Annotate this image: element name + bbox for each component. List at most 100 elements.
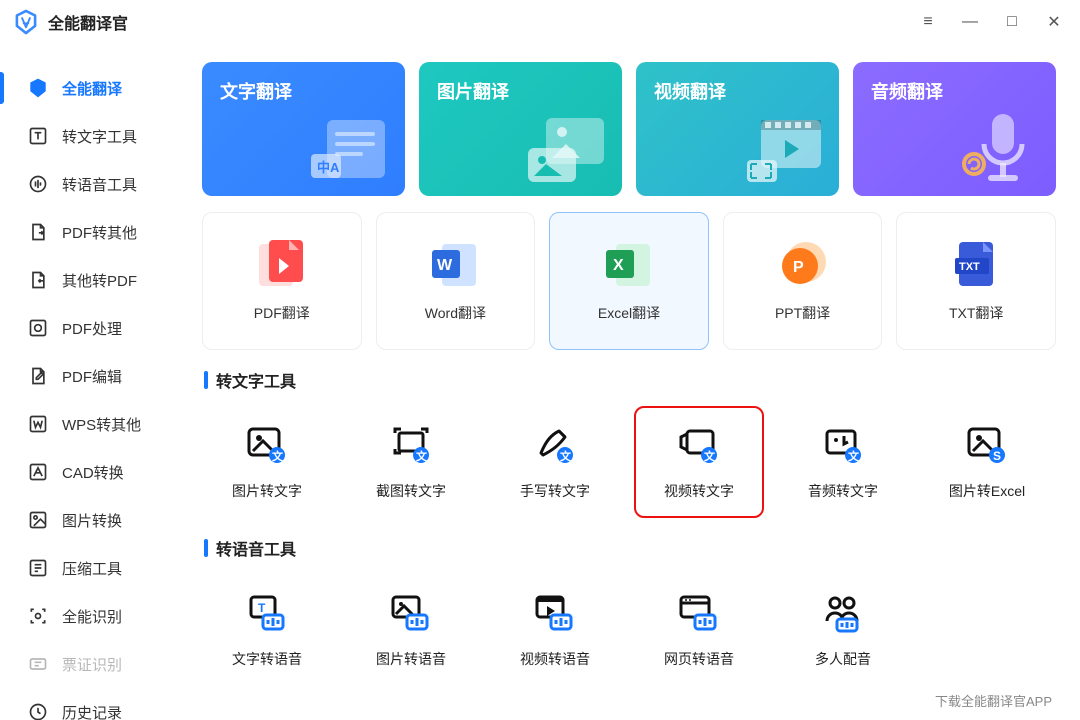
- hero-label: 图片翻译: [437, 82, 509, 102]
- sidebar-item-label: WPS转其他: [62, 414, 141, 435]
- tool-handwrite-to-text[interactable]: 文 手写转文字: [490, 406, 620, 518]
- tool-image-to-text[interactable]: 文 图片转文字: [202, 406, 332, 518]
- section-header-voice: 转语音工具: [204, 536, 1056, 560]
- sidebar-item-label: PDF处理: [62, 318, 122, 339]
- tool-video-to-voice[interactable]: 视频转语音: [490, 574, 620, 686]
- sidebar-item-label: CAD转换: [62, 462, 124, 483]
- tool-label: 视频转语音: [520, 649, 590, 669]
- ppt-icon: P: [775, 239, 831, 291]
- screenshot-to-text-icon: 文: [389, 423, 433, 467]
- hero-video-translate[interactable]: 视频翻译: [636, 62, 839, 196]
- scan-icon: [26, 604, 50, 628]
- hero-text-translate[interactable]: 文字翻译 中A: [202, 62, 405, 196]
- sidebar-item-to-voice[interactable]: 转语音工具: [0, 160, 184, 208]
- tool-label: 网页转语音: [664, 649, 734, 669]
- tool-image-to-excel[interactable]: S 图片转Excel: [922, 406, 1052, 518]
- section-title: 转文字工具: [216, 368, 296, 392]
- txt-icon: TXT: [948, 239, 1004, 291]
- sidebar-item-label: 图片转换: [62, 510, 122, 531]
- tool-audio-to-text[interactable]: 文 音频转文字: [778, 406, 908, 518]
- web-to-voice-icon: [677, 591, 721, 635]
- doc-card-label: TXT翻译: [949, 303, 1003, 323]
- doc-card-label: PPT翻译: [775, 303, 830, 323]
- window-controls: ≡ — □ ✕: [914, 8, 1068, 36]
- hero-image-translate[interactable]: 图片翻译: [419, 62, 622, 196]
- main-panel: 文字翻译 中A 图片翻译 视频翻译 音频翻译: [184, 44, 1080, 720]
- download-app-link[interactable]: 下载全能翻译官APP: [935, 691, 1052, 710]
- sidebar-item-label: PDF编辑: [62, 366, 122, 387]
- svg-text:W: W: [437, 257, 453, 274]
- main-content: 全能翻译 转文字工具 转语音工具 PDF转其他 其他转PDF PDF处理 PDF…: [0, 44, 1080, 720]
- sidebar-item-scan[interactable]: 全能识别: [0, 592, 184, 640]
- image-to-text-icon: 文: [245, 423, 289, 467]
- tool-text-to-voice[interactable]: T 文字转语音: [202, 574, 332, 686]
- sidebar-item-all-translate[interactable]: 全能翻译: [0, 64, 184, 112]
- tool-video-to-text[interactable]: 文 视频转文字: [634, 406, 764, 518]
- svg-text:T: T: [258, 601, 266, 615]
- close-button[interactable]: ✕: [1040, 8, 1068, 36]
- doc-illustration-icon: 中A: [309, 114, 395, 188]
- hero-audio-translate[interactable]: 音频翻译: [853, 62, 1056, 196]
- tool-image-to-voice[interactable]: 图片转语音: [346, 574, 476, 686]
- sidebar-item-label: 全能翻译: [62, 78, 122, 99]
- ticket-icon: [26, 652, 50, 676]
- tool-web-to-voice[interactable]: 网页转语音: [634, 574, 764, 686]
- svg-text:文: 文: [560, 449, 572, 463]
- section-bar: [204, 539, 208, 557]
- hero-label: 视频翻译: [654, 82, 726, 102]
- minimize-button[interactable]: —: [956, 8, 984, 36]
- sidebar-item-wps[interactable]: WPS转其他: [0, 400, 184, 448]
- doc-card-label: Excel翻译: [598, 303, 660, 323]
- image-convert-icon: [26, 508, 50, 532]
- sidebar-item-pdf-process[interactable]: PDF处理: [0, 304, 184, 352]
- svg-text:文: 文: [416, 449, 428, 463]
- video-to-voice-icon: [533, 591, 577, 635]
- wps-icon: [26, 412, 50, 436]
- sidebar-item-label: 票证识别: [62, 654, 122, 675]
- sidebar-item-pdf-export[interactable]: PDF转其他: [0, 208, 184, 256]
- doc-card-ppt[interactable]: P PPT翻译: [723, 212, 883, 350]
- audio-illustration-icon: [958, 108, 1046, 188]
- doc-card-word[interactable]: W Word翻译: [376, 212, 536, 350]
- sidebar-item-to-text[interactable]: 转文字工具: [0, 112, 184, 160]
- sidebar-item-ticket[interactable]: 票证识别: [0, 640, 184, 688]
- maximize-button[interactable]: □: [998, 8, 1026, 36]
- doc-card-txt[interactable]: TXT TXT翻译: [896, 212, 1056, 350]
- sidebar: 全能翻译 转文字工具 转语音工具 PDF转其他 其他转PDF PDF处理 PDF…: [0, 44, 184, 720]
- sidebar-item-label: 转文字工具: [62, 126, 137, 147]
- sidebar-item-compress[interactable]: 压缩工具: [0, 544, 184, 592]
- tool-screenshot-to-text[interactable]: 文 截图转文字: [346, 406, 476, 518]
- sidebar-item-label: 转语音工具: [62, 174, 137, 195]
- doc-translate-row: PDF翻译 W Word翻译 X Excel翻译 P PPT翻译 TXT TXT…: [202, 212, 1056, 350]
- menu-button[interactable]: ≡: [914, 8, 942, 36]
- tool-label: 文字转语音: [232, 649, 302, 669]
- doc-card-label: Word翻译: [425, 303, 486, 323]
- tool-label: 手写转文字: [520, 481, 590, 501]
- hero-label: 文字翻译: [220, 82, 292, 102]
- svg-text:P: P: [793, 259, 804, 276]
- sidebar-item-label: 历史记录: [62, 702, 122, 720]
- doc-card-pdf[interactable]: PDF翻译: [202, 212, 362, 350]
- video-to-text-icon: 文: [677, 423, 721, 467]
- word-icon: W: [427, 239, 483, 291]
- voice-tool-icon: [26, 172, 50, 196]
- text-to-voice-icon: T: [245, 591, 289, 635]
- section-bar: [204, 371, 208, 389]
- tool-label: 图片转文字: [232, 481, 302, 501]
- sidebar-item-label: PDF转其他: [62, 222, 137, 243]
- sidebar-item-pdf-import[interactable]: 其他转PDF: [0, 256, 184, 304]
- svg-text:文: 文: [848, 449, 860, 463]
- audio-to-text-icon: 文: [821, 423, 865, 467]
- tool-multi-dub[interactable]: 多人配音: [778, 574, 908, 686]
- history-icon: [26, 700, 50, 720]
- image-to-voice-icon: [389, 591, 433, 635]
- tool-grid-text: 文 图片转文字 文 截图转文字 文 手写转文字 文 视频转文字 文 音频转文字 …: [202, 406, 1056, 518]
- sidebar-item-pdf-edit[interactable]: PDF编辑: [0, 352, 184, 400]
- svg-text:中A: 中A: [317, 160, 340, 175]
- hero-label: 音频翻译: [871, 82, 943, 102]
- handwrite-to-text-icon: 文: [533, 423, 577, 467]
- sidebar-item-image-convert[interactable]: 图片转换: [0, 496, 184, 544]
- sidebar-item-history[interactable]: 历史记录: [0, 688, 184, 720]
- doc-card-excel[interactable]: X Excel翻译: [549, 212, 709, 350]
- sidebar-item-cad[interactable]: CAD转换: [0, 448, 184, 496]
